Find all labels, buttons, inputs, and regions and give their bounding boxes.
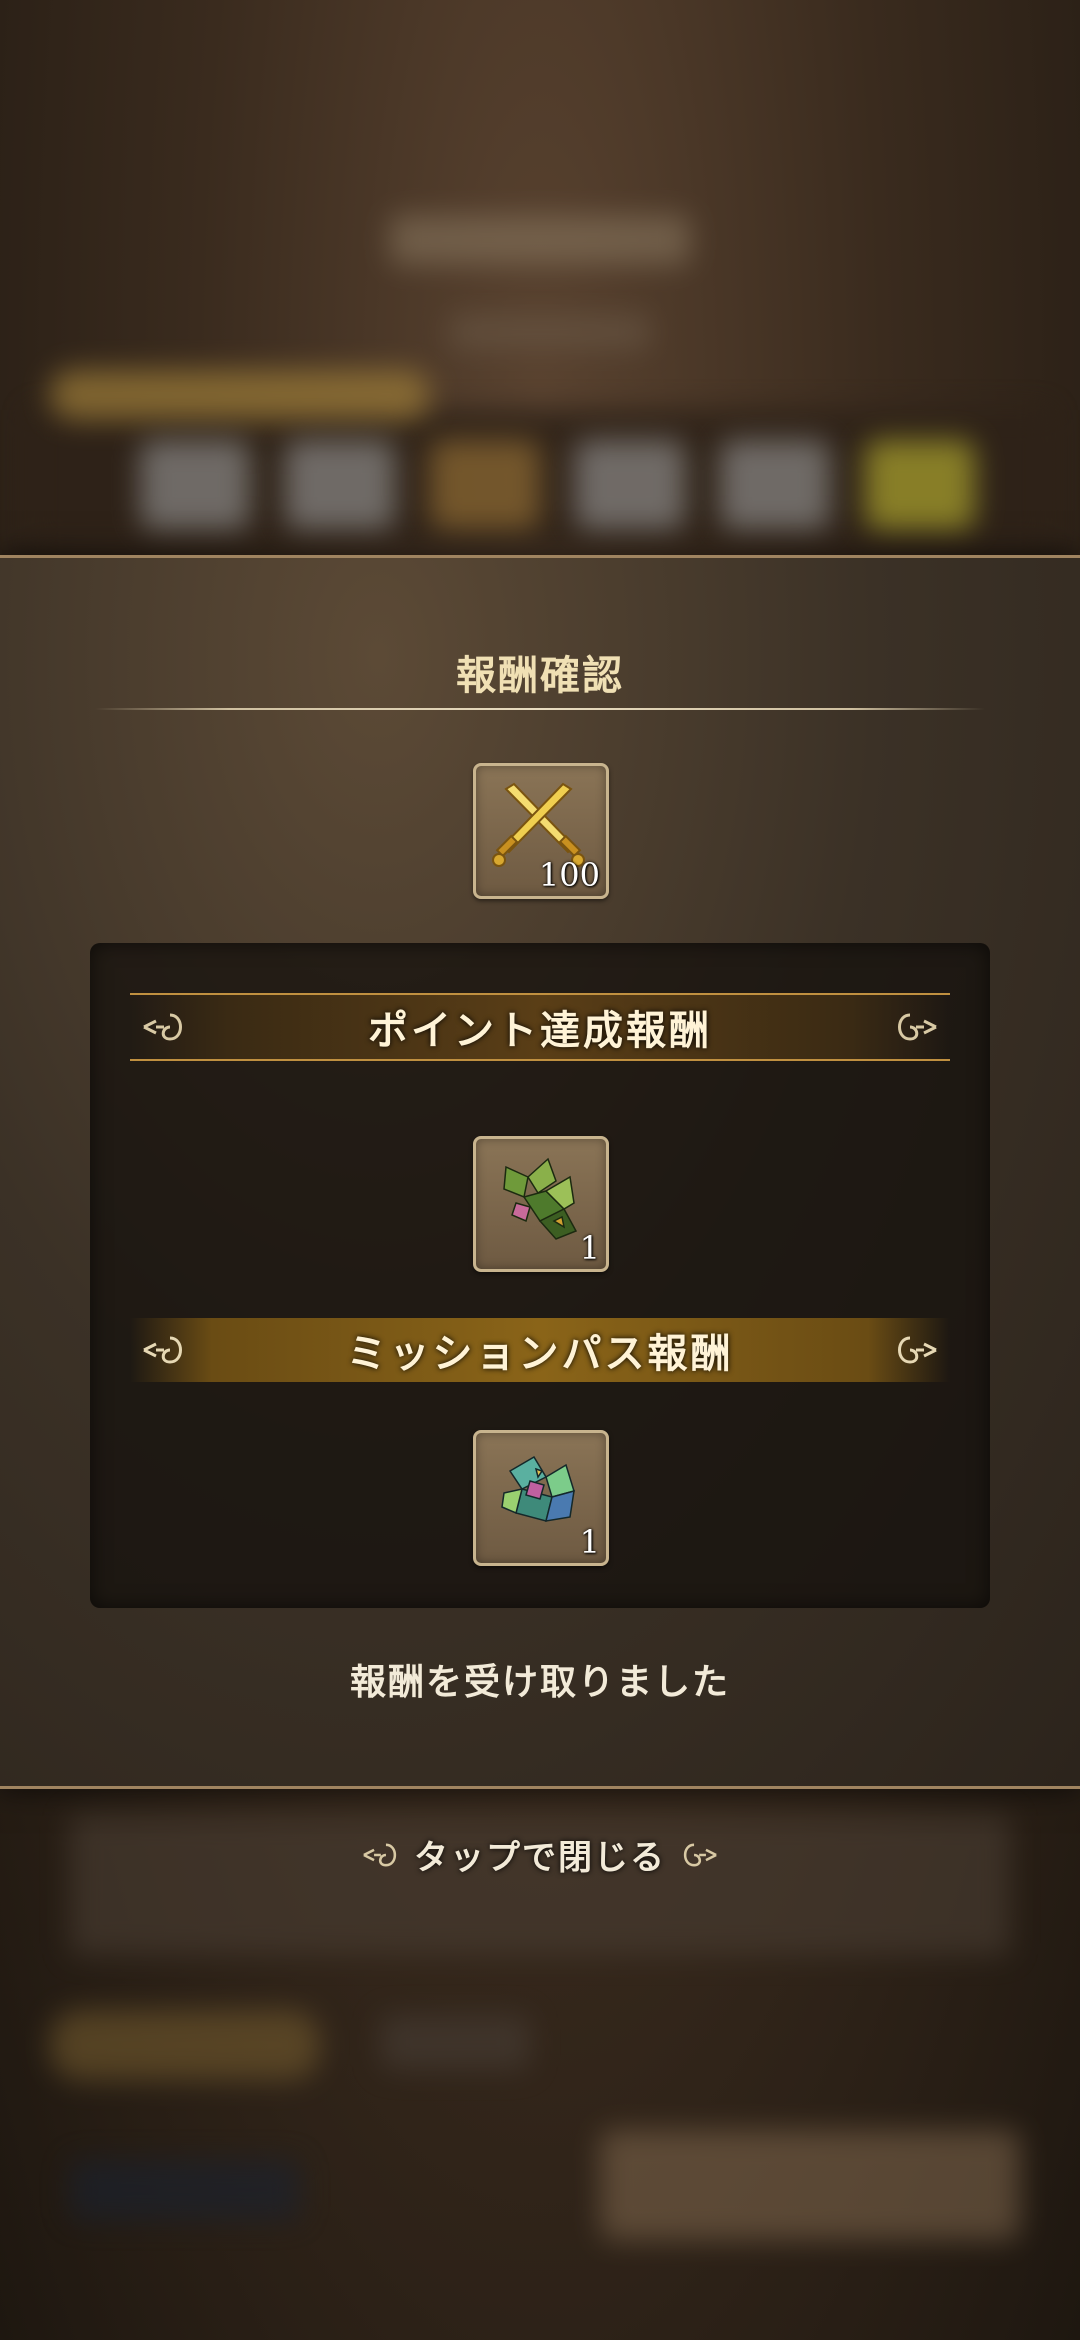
status-message: 報酬を受け取りました <box>349 1662 730 1703</box>
background-slot-blur <box>720 440 830 530</box>
reward-list-panel: ポイント達成報酬 1 ミッションパス報酬 1 <box>90 943 990 1608</box>
section-banner-mission-pass: ミッションパス報酬 <box>130 1318 950 1382</box>
section-label: ミッションパス報酬 <box>346 1331 734 1377</box>
background-slot-blur <box>430 440 540 530</box>
item-quantity: 100 <box>538 856 600 894</box>
section-label: ポイント達成報酬 <box>368 1008 712 1054</box>
dialog-title: 報酬確認 <box>456 653 624 699</box>
ornament-icon <box>683 1843 717 1866</box>
background-slot-blur <box>285 440 395 530</box>
reward-item-iridescent-crystal[interactable]: 1 <box>473 1430 609 1566</box>
background-button-blur <box>70 2160 300 2220</box>
background-slot-blur <box>575 440 685 530</box>
ornament-icon <box>898 1336 937 1364</box>
reward-item-swords[interactable]: 100 <box>473 763 609 899</box>
item-quantity: 1 <box>579 1523 600 1561</box>
reward-confirm-dialog[interactable]: 報酬確認 100 ポイント達成報酬 1 ミッションパス報酬 1 報酬を受け取りま… <box>0 555 1080 1789</box>
section-banner-point: ポイント達成報酬 <box>130 993 950 1061</box>
background-button-blur <box>50 2010 320 2080</box>
ornament-icon <box>143 1013 182 1041</box>
title-divider <box>95 708 985 710</box>
background-button-blur <box>380 2015 530 2070</box>
ornament-icon <box>363 1843 397 1866</box>
background-title-blur <box>390 215 690 265</box>
background-slot-blur <box>140 440 250 530</box>
green-crystal-icon <box>503 1157 578 1240</box>
item-quantity: 1 <box>579 1229 600 1267</box>
background-slot-blur <box>865 440 975 530</box>
tap-to-close-label: タップで閉じる <box>414 1838 666 1878</box>
tap-to-close-button[interactable]: タップで閉じる <box>0 1830 1080 1879</box>
background-banner-blur <box>50 370 430 420</box>
background-button-blur <box>600 2130 1020 2240</box>
reward-item-green-crystal[interactable]: 1 <box>473 1136 609 1272</box>
background-subtitle-blur <box>450 315 650 349</box>
ornament-icon <box>898 1013 937 1041</box>
ornament-icon <box>143 1336 182 1364</box>
iridescent-crystal-icon <box>501 1455 575 1522</box>
